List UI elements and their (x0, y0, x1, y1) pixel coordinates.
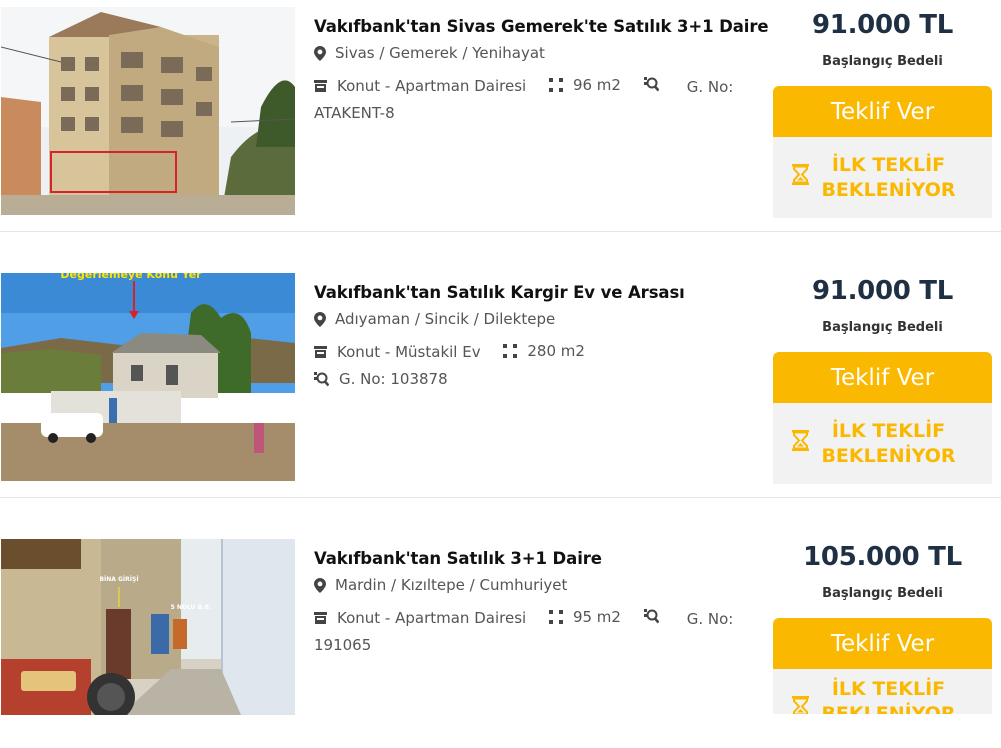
map-pin-icon (314, 577, 326, 593)
property-area: 96 m2 (572, 76, 621, 94)
listing-photo[interactable]: Değerlemeye Konu Yer (1, 273, 295, 481)
photo-overlay-label-2: 5 NOLU B.B. (171, 604, 212, 611)
property-area: 95 m2 (572, 608, 621, 626)
property-type: Konut - Apartman Dairesi (337, 77, 527, 95)
location-text: Mardin / Kızıltepe / Cumhuriyet (335, 576, 568, 594)
listing-card: Vakıfbank'tan Sivas Gemerek'te Satılık 3… (0, 6, 1001, 218)
listing-photo[interactable]: BİNA GİRİŞİ 5 NOLU B.B. (1, 539, 295, 715)
listing-card: BİNA GİRİŞİ 5 NOLU B.B. Vakıfbank'tan Sa… (0, 538, 1001, 748)
listing-photo[interactable] (1, 7, 295, 215)
area-icon (503, 344, 518, 358)
listing-location: Adıyaman / Sincik / Dilektepe (314, 310, 555, 328)
price-label: Başlangıç Bedeli (822, 586, 943, 601)
listing-title[interactable]: Vakıfbank'tan Satılık 3+1 Daire (314, 549, 764, 568)
status-text: İLK TEKLİF BEKLENİYOR (821, 153, 956, 201)
status-text: İLK TEKLİF BEKLENİYOR (821, 419, 956, 467)
map-pin-icon (314, 311, 326, 327)
make-offer-button[interactable]: Teklif Ver (773, 86, 992, 137)
listing-meta: Konut - Müstakil Ev 280 m2 G. No: 103878 (314, 338, 754, 395)
hourglass-icon (792, 430, 809, 455)
status-badge: İLK TEKLİF BEKLENİYOR (773, 403, 992, 484)
starting-price: 91.000 TL (812, 10, 953, 40)
make-offer-button[interactable]: Teklif Ver (773, 618, 992, 669)
property-type: Konut - Müstakil Ev (337, 343, 481, 361)
starting-price: 105.000 TL (803, 542, 962, 572)
building-icon (314, 80, 327, 92)
status-text: İLK TEKLİF BEKLENİYOR (821, 678, 956, 714)
parcel-number: G. No: 103878 (339, 370, 448, 388)
status-badge: İLK TEKLİF BEKLENİYOR (773, 137, 992, 218)
building-icon (314, 346, 327, 358)
starting-price: 91.000 TL (812, 276, 953, 306)
photo-overlay-label: Değerlemeye Konu Yer (60, 273, 202, 281)
listing-meta: Konut - Apartman Dairesi 96 m2 G. No: AT… (314, 72, 754, 126)
property-area: 280 m2 (527, 342, 585, 360)
location-text: Sivas / Gemerek / Yenihayat (335, 44, 545, 62)
listing-meta: Konut - Apartman Dairesi 95 m2 G. No: 19… (314, 604, 754, 658)
listing-card: Değerlemeye Konu Yer Vakıfbank'tan Satıl… (0, 272, 1001, 484)
parcel-search-icon (643, 77, 659, 92)
location-text: Adıyaman / Sincik / Dilektepe (335, 310, 556, 328)
price-label: Başlangıç Bedeli (822, 54, 943, 69)
hourglass-icon (792, 164, 809, 189)
price-label: Başlangıç Bedeli (822, 320, 943, 335)
parcel-search-icon (643, 609, 659, 624)
property-type: Konut - Apartman Dairesi (337, 609, 527, 627)
photo-overlay-label: BİNA GİRİŞİ (99, 576, 138, 583)
parcel-search-icon (314, 371, 329, 387)
divider (0, 497, 1001, 498)
divider (0, 231, 1001, 232)
area-icon (548, 78, 563, 92)
make-offer-button[interactable]: Teklif Ver (773, 352, 992, 403)
listing-title[interactable]: Vakıfbank'tan Sivas Gemerek'te Satılık 3… (314, 17, 769, 36)
listing-location: Mardin / Kızıltepe / Cumhuriyet (314, 576, 567, 594)
building-icon (314, 612, 327, 624)
area-icon (548, 610, 563, 624)
status-badge: İLK TEKLİF BEKLENİYOR (773, 669, 992, 714)
hourglass-icon (792, 696, 809, 714)
map-pin-icon (314, 45, 326, 61)
listing-title[interactable]: Vakıfbank'tan Satılık Kargir Ev ve Arsas… (314, 283, 764, 302)
listing-location: Sivas / Gemerek / Yenihayat (314, 44, 545, 62)
